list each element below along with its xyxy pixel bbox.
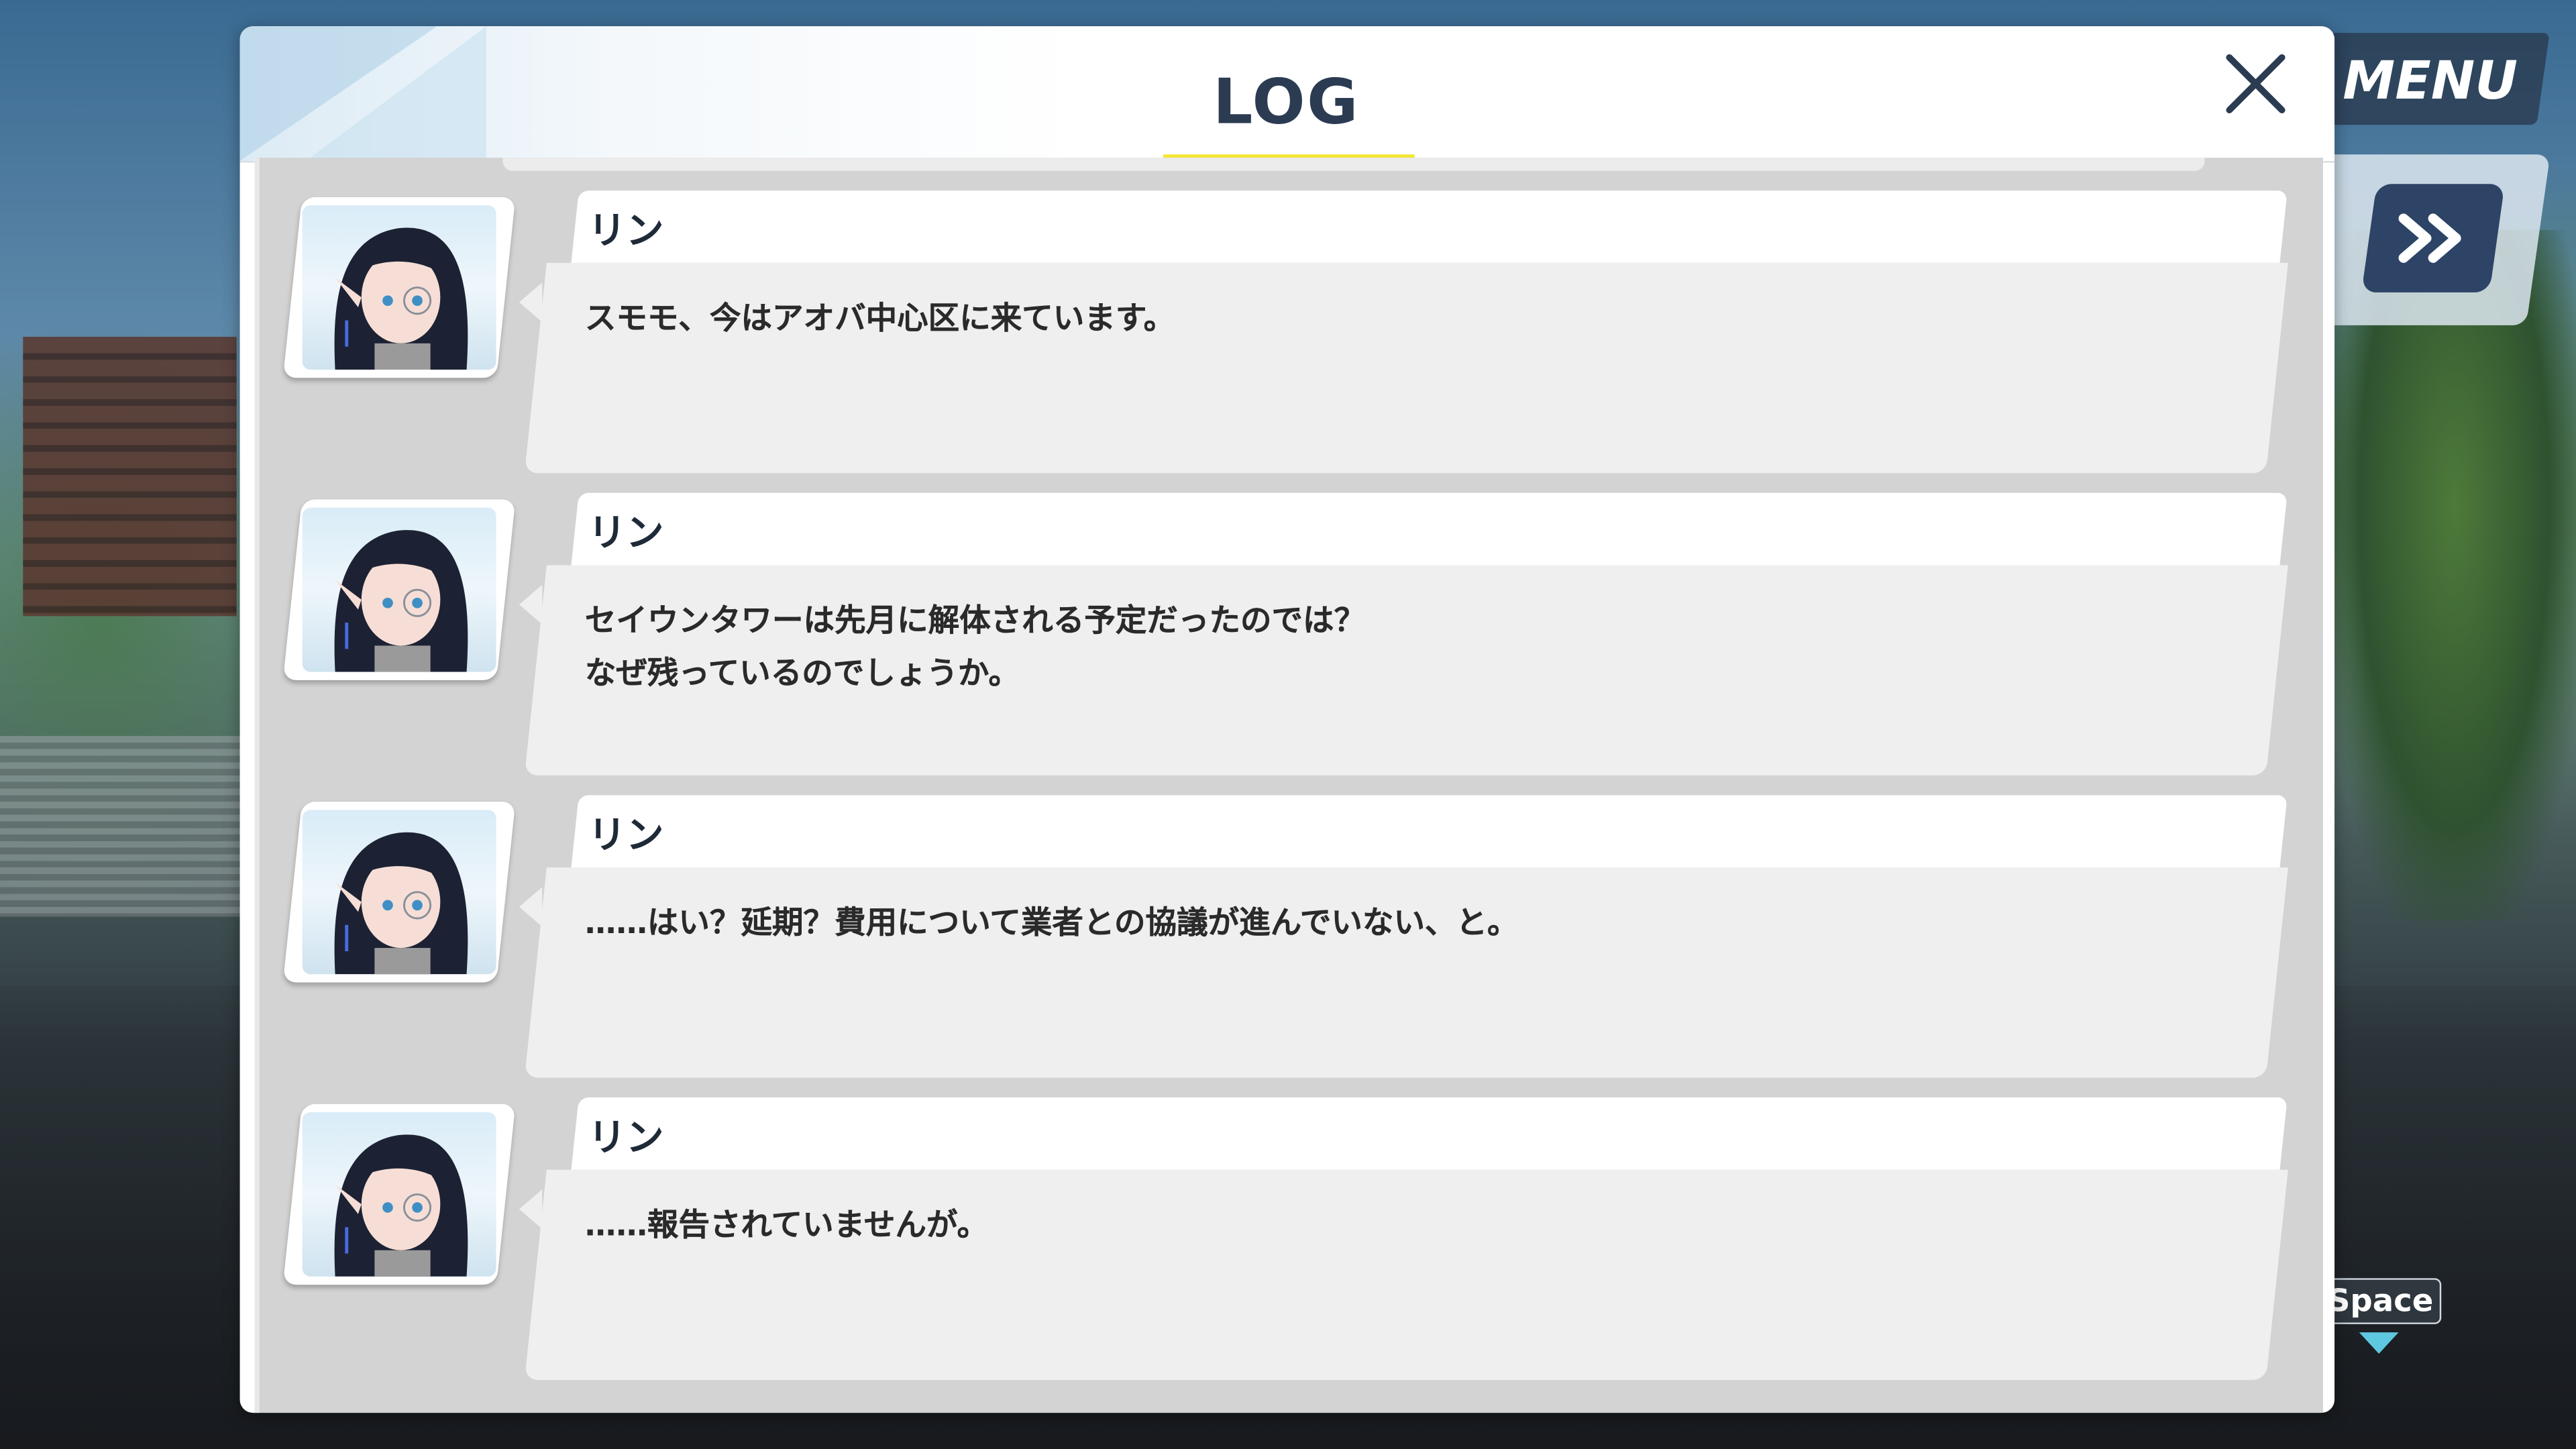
speaker-bar (571, 1097, 2288, 1170)
log-title: LOG (1213, 65, 1360, 138)
message-text: ……はい？延期？費用について業者との協議が進んでいない、と。 (584, 905, 1519, 942)
advance-arrow-icon (2359, 1332, 2399, 1354)
close-icon (2226, 54, 2286, 113)
log-window: LOG リン スモモ、今はアオバ中心区に来ています。 リン セイウンタワーは先月… (239, 26, 2335, 1413)
speaker-name: リン (588, 814, 664, 858)
menu-button-label[interactable]: MENU (2343, 49, 2518, 111)
fast-forward-button[interactable] (2361, 184, 2505, 292)
message-text: セイウンタワーは先月に解体される予定だったのでは？ なぜ残っているのでしょうか。 (584, 602, 1366, 692)
log-entry: リン ……報告されていませんが。 (260, 1097, 2323, 1385)
bubble-tail (519, 282, 543, 323)
background-stairs (0, 736, 247, 917)
fast-forward-icon (2398, 213, 2461, 263)
message-text: ……報告されていませんが。 (584, 1208, 989, 1244)
log-entry: リン ……はい？延期？費用について業者との協議が進んでいない、と。 (260, 795, 2323, 1083)
header-decoration (305, 26, 486, 162)
character-portrait (282, 499, 516, 680)
character-portrait (282, 197, 516, 378)
background-building (23, 337, 237, 616)
speaker-name: リン (588, 210, 664, 254)
bubble-tail (519, 584, 543, 625)
close-button[interactable] (2211, 40, 2300, 128)
speaker-bar (571, 191, 2288, 263)
space-key-hint: Space (2319, 1278, 2442, 1324)
previous-entry-edge (502, 158, 2205, 171)
background-tree (2332, 229, 2576, 920)
character-portrait (282, 1104, 516, 1285)
log-entry: リン スモモ、今はアオバ中心区に来ています。 (260, 191, 2323, 478)
game-screen: MENU Space LOG リン スモモ、今はアオバ中心区に来ています。 リン… (0, 0, 2576, 1449)
speaker-bar (571, 492, 2288, 566)
log-entry: リン セイウンタワーは先月に解体される予定だったのでは？ なぜ残っているのでしょ… (260, 492, 2323, 781)
speaker-name: リン (588, 1117, 664, 1160)
log-header: LOG (239, 26, 2335, 164)
log-scroll-area[interactable]: リン スモモ、今はアオバ中心区に来ています。 リン セイウンタワーは先月に解体さ… (254, 158, 2323, 1413)
message-text: スモモ、今はアオバ中心区に来ています。 (584, 301, 1175, 337)
speaker-bar (571, 795, 2288, 868)
bubble-tail (519, 1189, 543, 1229)
character-portrait (282, 802, 516, 983)
bubble-tail (519, 887, 543, 927)
speaker-name: リン (588, 513, 664, 555)
